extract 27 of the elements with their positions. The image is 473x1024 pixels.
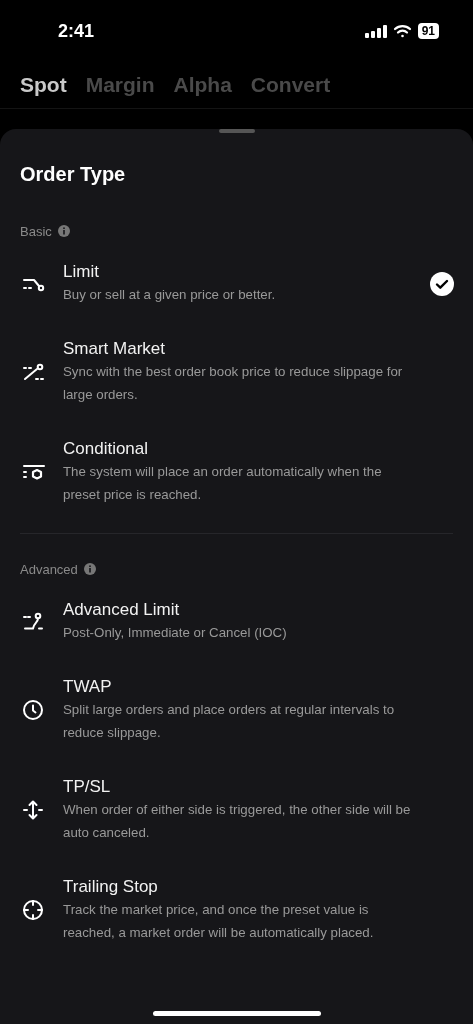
order-type-description: When order of either side is triggered, the other side will be auto canceled. — [63, 801, 412, 842]
order-type-description: Track the market price, and once the preset value is reached, a market order will be automatically placed. — [63, 901, 375, 942]
order-type-description: Buy or sell at a given price or better. — [63, 286, 277, 304]
section-label: Advanced — [20, 561, 78, 577]
order-type-description: Post-Only, Immediate or Cancel (IOC) — [63, 624, 288, 642]
clock-icon — [20, 697, 46, 723]
info-icon[interactable] — [83, 563, 96, 575]
drag-handle[interactable] — [218, 129, 255, 133]
order-type-title[interactable]: TWAP — [63, 676, 413, 698]
crosshair-icon — [20, 897, 46, 923]
order-type-title[interactable]: Smart Market — [63, 338, 413, 360]
section-label: Basic — [20, 223, 52, 239]
order-type-title[interactable]: TP/SL — [63, 776, 413, 798]
sheet-title: Order Type — [20, 162, 127, 186]
order-type-description: Split large orders and place orders at regular intervals to reduce slippage. — [63, 701, 396, 742]
info-icon[interactable] — [57, 225, 70, 237]
order-type-title[interactable]: Trailing Stop — [63, 876, 413, 898]
order-type-title[interactable]: Limit — [63, 261, 413, 283]
order-type-description: The system will place an order automatically when the preset price is reached. — [63, 463, 383, 504]
order-type-title[interactable]: Advanced Limit — [63, 599, 413, 621]
battery-level: 91 — [417, 23, 439, 39]
wifi-icon — [392, 24, 412, 38]
tab[interactable]: Spot — [20, 73, 67, 97]
status-time: 2:41 — [58, 20, 96, 42]
order-type-title[interactable]: Conditional — [63, 438, 413, 460]
order-type-description: Sync with the best order book price to reduce slippage for large orders. — [63, 363, 404, 404]
signal-icon — [364, 24, 387, 38]
